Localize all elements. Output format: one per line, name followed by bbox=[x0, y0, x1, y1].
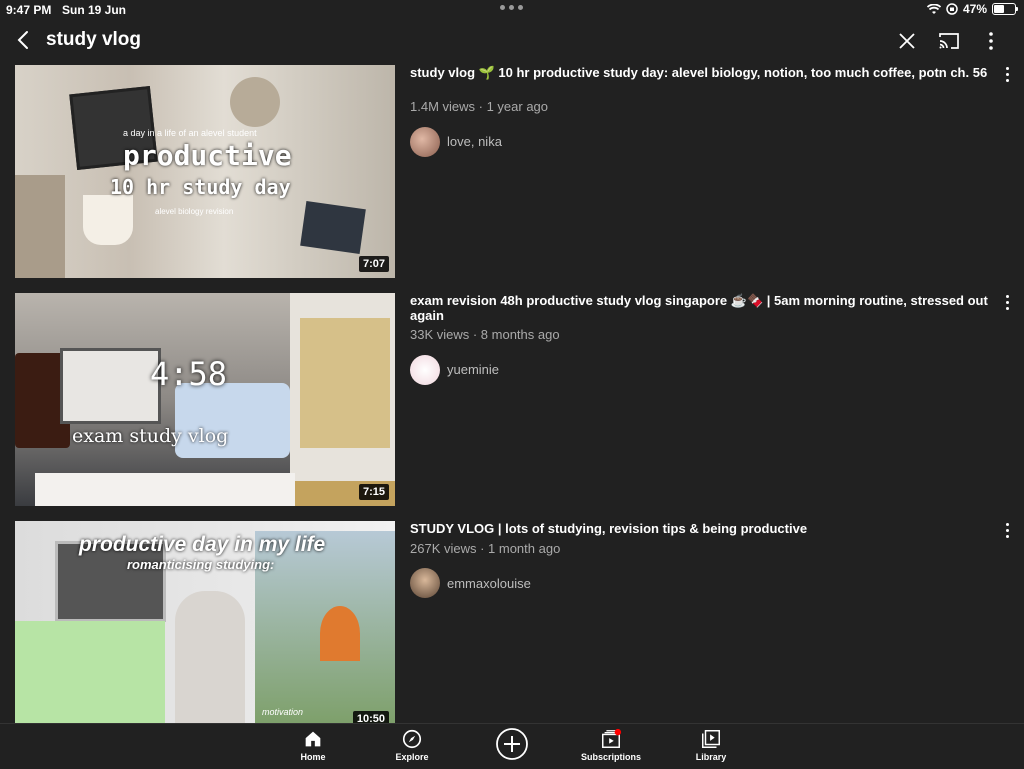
channel-name[interactable]: emmaxolouise bbox=[447, 576, 531, 591]
nav-create[interactable] bbox=[472, 727, 552, 761]
bottom-navigation: Home Explore Subscriptions Library bbox=[0, 723, 1024, 769]
library-icon bbox=[702, 730, 720, 748]
channel-avatar[interactable] bbox=[410, 568, 440, 598]
video-duration: 10:50 bbox=[352, 711, 389, 723]
battery-percent: 47% bbox=[962, 2, 987, 16]
thumbnail-subheadline: romanticising studying: bbox=[127, 557, 275, 572]
thumbnail-caption: motivation bbox=[262, 707, 304, 717]
status-time: 9:47 PM bbox=[6, 3, 52, 17]
search-header: study vlog bbox=[0, 22, 1024, 60]
channel-name[interactable]: yueminie bbox=[447, 362, 499, 377]
nav-explore[interactable]: Explore bbox=[372, 728, 452, 762]
thumbnail-headline: exam study vlog bbox=[72, 425, 229, 447]
thumbnail-subheadline: 10 hr study day bbox=[110, 175, 291, 199]
notification-dot-icon bbox=[614, 728, 622, 736]
video-title[interactable]: study vlog 🌱 10 hr productive study day:… bbox=[410, 65, 995, 80]
nav-label: Subscriptions bbox=[580, 752, 641, 762]
home-icon bbox=[305, 731, 321, 747]
status-right: 47% bbox=[926, 2, 1018, 16]
video-title[interactable]: STUDY VLOG | lots of studying, revision … bbox=[410, 521, 995, 536]
channel-avatar[interactable] bbox=[410, 127, 440, 157]
create-plus-icon bbox=[496, 728, 528, 760]
nav-label: Home bbox=[300, 752, 326, 762]
multitasking-dots-icon[interactable] bbox=[500, 5, 523, 10]
thumbnail-clock: 4:58 bbox=[150, 355, 228, 393]
video-more-icon[interactable] bbox=[1004, 523, 1010, 543]
nav-library[interactable]: Library bbox=[671, 728, 751, 762]
nav-subscriptions[interactable]: Subscriptions bbox=[571, 728, 651, 762]
video-duration: 7:07 bbox=[358, 256, 389, 272]
thumbnail-caption: alevel biology revision bbox=[155, 207, 234, 216]
video-meta: 1.4M views · 1 year ago bbox=[410, 99, 549, 114]
status-date: Sun 19 Jun bbox=[62, 3, 127, 17]
status-bar: 9:47 PM Sun 19 Jun 47% bbox=[0, 0, 1024, 20]
battery-icon bbox=[992, 3, 1018, 15]
thumbnail-headline: productive day in my life bbox=[79, 533, 326, 556]
cast-icon[interactable] bbox=[937, 29, 961, 53]
orientation-lock-icon bbox=[946, 3, 958, 15]
nav-label: Explore bbox=[395, 752, 429, 762]
video-more-icon[interactable] bbox=[1004, 67, 1010, 87]
thumbnail-headline: productive bbox=[123, 139, 292, 172]
video-thumbnail[interactable]: 4:58 exam study vlog 7:15 bbox=[15, 293, 395, 506]
video-duration: 7:15 bbox=[358, 484, 389, 500]
video-result[interactable]: 4:58 exam study vlog 7:15 exam revision … bbox=[15, 293, 1010, 508]
video-thumbnail[interactable]: a day in a life of an alevel student pro… bbox=[15, 65, 395, 278]
subscriptions-icon bbox=[602, 728, 622, 748]
nav-label: Library bbox=[695, 752, 727, 762]
more-options-icon[interactable] bbox=[979, 29, 1003, 53]
compass-icon bbox=[402, 729, 422, 749]
back-arrow-icon[interactable] bbox=[12, 28, 36, 52]
video-result[interactable]: a day in a life of an alevel student pro… bbox=[15, 65, 1010, 280]
channel-name[interactable]: love, nika bbox=[447, 134, 502, 149]
clear-search-icon[interactable] bbox=[895, 29, 919, 53]
wifi-icon bbox=[926, 3, 941, 14]
video-meta: 33K views · 8 months ago bbox=[410, 327, 560, 342]
video-thumbnail[interactable]: productive day in my life romanticising … bbox=[15, 521, 395, 723]
nav-home[interactable]: Home bbox=[273, 728, 353, 762]
search-query[interactable]: study vlog bbox=[46, 29, 141, 51]
video-meta: 267K views · 1 month ago bbox=[410, 541, 561, 556]
video-title[interactable]: exam revision 48h productive study vlog … bbox=[410, 293, 995, 323]
video-more-icon[interactable] bbox=[1004, 295, 1010, 315]
channel-avatar[interactable] bbox=[410, 355, 440, 385]
video-result[interactable]: productive day in my life romanticising … bbox=[15, 521, 1010, 736]
thumbnail-caption: a day in a life of an alevel student bbox=[123, 128, 257, 138]
